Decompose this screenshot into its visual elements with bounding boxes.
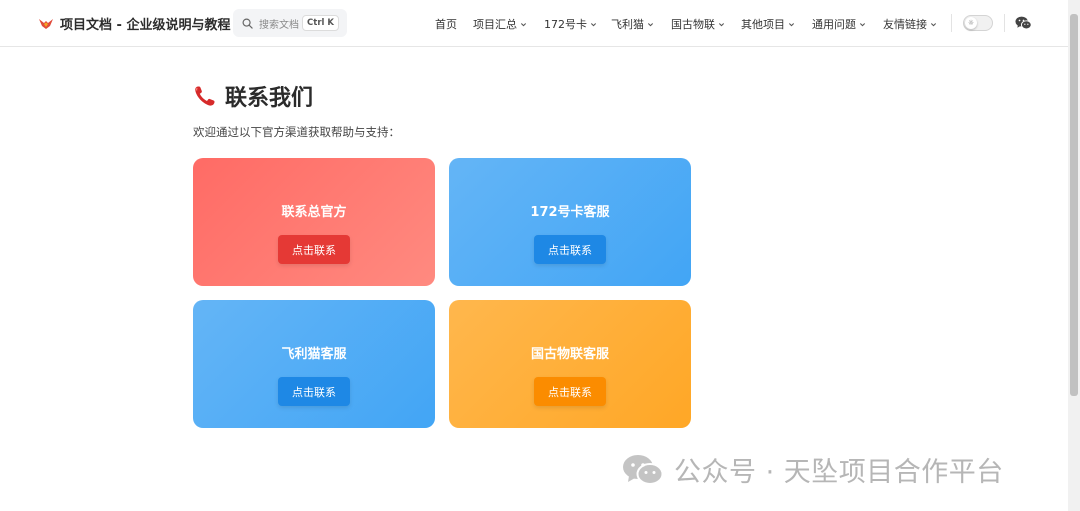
contact-card-feilimao: 飞利猫客服 点击联系 <box>193 300 435 428</box>
brand-title: 项目文档 - 企业级说明与教程 <box>60 18 231 33</box>
nav-divider <box>1004 14 1005 32</box>
nav-item-label: 首页 <box>435 18 457 31</box>
nav-item-label: 友情链接 <box>883 18 927 31</box>
contact-button[interactable]: 点击联系 <box>534 377 606 406</box>
page-scrollbar[interactable] <box>1068 0 1080 511</box>
nav-item-label: 172号卡 <box>544 18 587 31</box>
contact-card-guogu: 国古物联客服 点击联系 <box>449 300 691 428</box>
intro-text: 欢迎通过以下官方渠道获取帮助与支持： <box>193 125 400 139</box>
brand[interactable]: 项目文档 - 企业级说明与教程 <box>38 14 230 33</box>
nav-item[interactable]: 项目汇总 <box>473 16 527 32</box>
contact-button[interactable]: 点击联系 <box>278 377 350 406</box>
contact-button[interactable]: 点击联系 <box>534 235 606 264</box>
nav-item-label: 通用问题 <box>812 18 856 31</box>
chevron-down-icon <box>718 22 725 26</box>
search-shortcut-badge: Ctrl K <box>302 15 339 31</box>
wechat-icon[interactable] <box>1015 15 1032 31</box>
nav-divider <box>951 14 952 32</box>
nav-item[interactable]: 国古物联 <box>671 16 725 32</box>
nav-item[interactable]: 通用问题 <box>812 16 866 32</box>
chevron-down-icon <box>930 22 937 26</box>
card-title: 172号卡客服 <box>530 205 610 220</box>
nav-item[interactable]: 其他项目 <box>741 16 795 32</box>
chevron-down-icon <box>788 22 795 26</box>
search-icon <box>242 18 253 29</box>
sun-icon: ☼ <box>965 17 977 29</box>
telephone-icon <box>195 86 215 106</box>
contact-card-official: 联系总官方 点击联系 <box>193 158 435 286</box>
chevron-down-icon <box>647 22 654 26</box>
chevron-down-icon <box>520 22 527 26</box>
wechat-watermark-icon <box>623 454 664 485</box>
nav-item[interactable]: 172号卡 <box>544 16 597 32</box>
watermark-text: 公众号 · 天坠项目合作平台 <box>674 457 1004 488</box>
search-placeholder: 搜索文档 <box>259 19 299 31</box>
nav-item[interactable]: 首页 <box>435 16 457 32</box>
brand-logo-icon <box>39 18 53 29</box>
chevron-down-icon <box>590 22 597 26</box>
card-title: 飞利猫客服 <box>281 347 347 362</box>
top-navbar: 项目文档 - 企业级说明与教程 搜索文档 Ctrl K 首页 项目汇总 172号卡 飞… <box>0 0 1068 47</box>
nav-item[interactable]: 友情链接 <box>883 16 937 32</box>
nav-item-label: 国古物联 <box>671 18 715 31</box>
nav-item-label: 其他项目 <box>741 18 785 31</box>
page-title: 联系我们 <box>193 80 713 112</box>
card-title: 联系总官方 <box>281 205 347 220</box>
chevron-down-icon <box>859 22 866 26</box>
contact-button[interactable]: 点击联系 <box>278 235 350 264</box>
scrollbar-thumb[interactable] <box>1070 14 1078 396</box>
nav-item-label: 项目汇总 <box>473 18 517 31</box>
nav-item[interactable]: 飞利猫 <box>611 16 654 32</box>
theme-toggle[interactable]: ☼ <box>963 15 993 31</box>
main-content: 联系我们 欢迎通过以下官方渠道获取帮助与支持： 联系总官方 点击联系 172号卡… <box>193 80 713 428</box>
watermark: 公众号 · 天坠项目合作平台 <box>622 450 1004 489</box>
search-box[interactable]: 搜索文档 Ctrl K <box>233 9 347 37</box>
nav-item-label: 飞利猫 <box>611 18 644 31</box>
card-title: 国古物联客服 <box>530 347 609 362</box>
page-title-text: 联系我们 <box>225 86 314 111</box>
contact-card-172: 172号卡客服 点击联系 <box>449 158 691 286</box>
